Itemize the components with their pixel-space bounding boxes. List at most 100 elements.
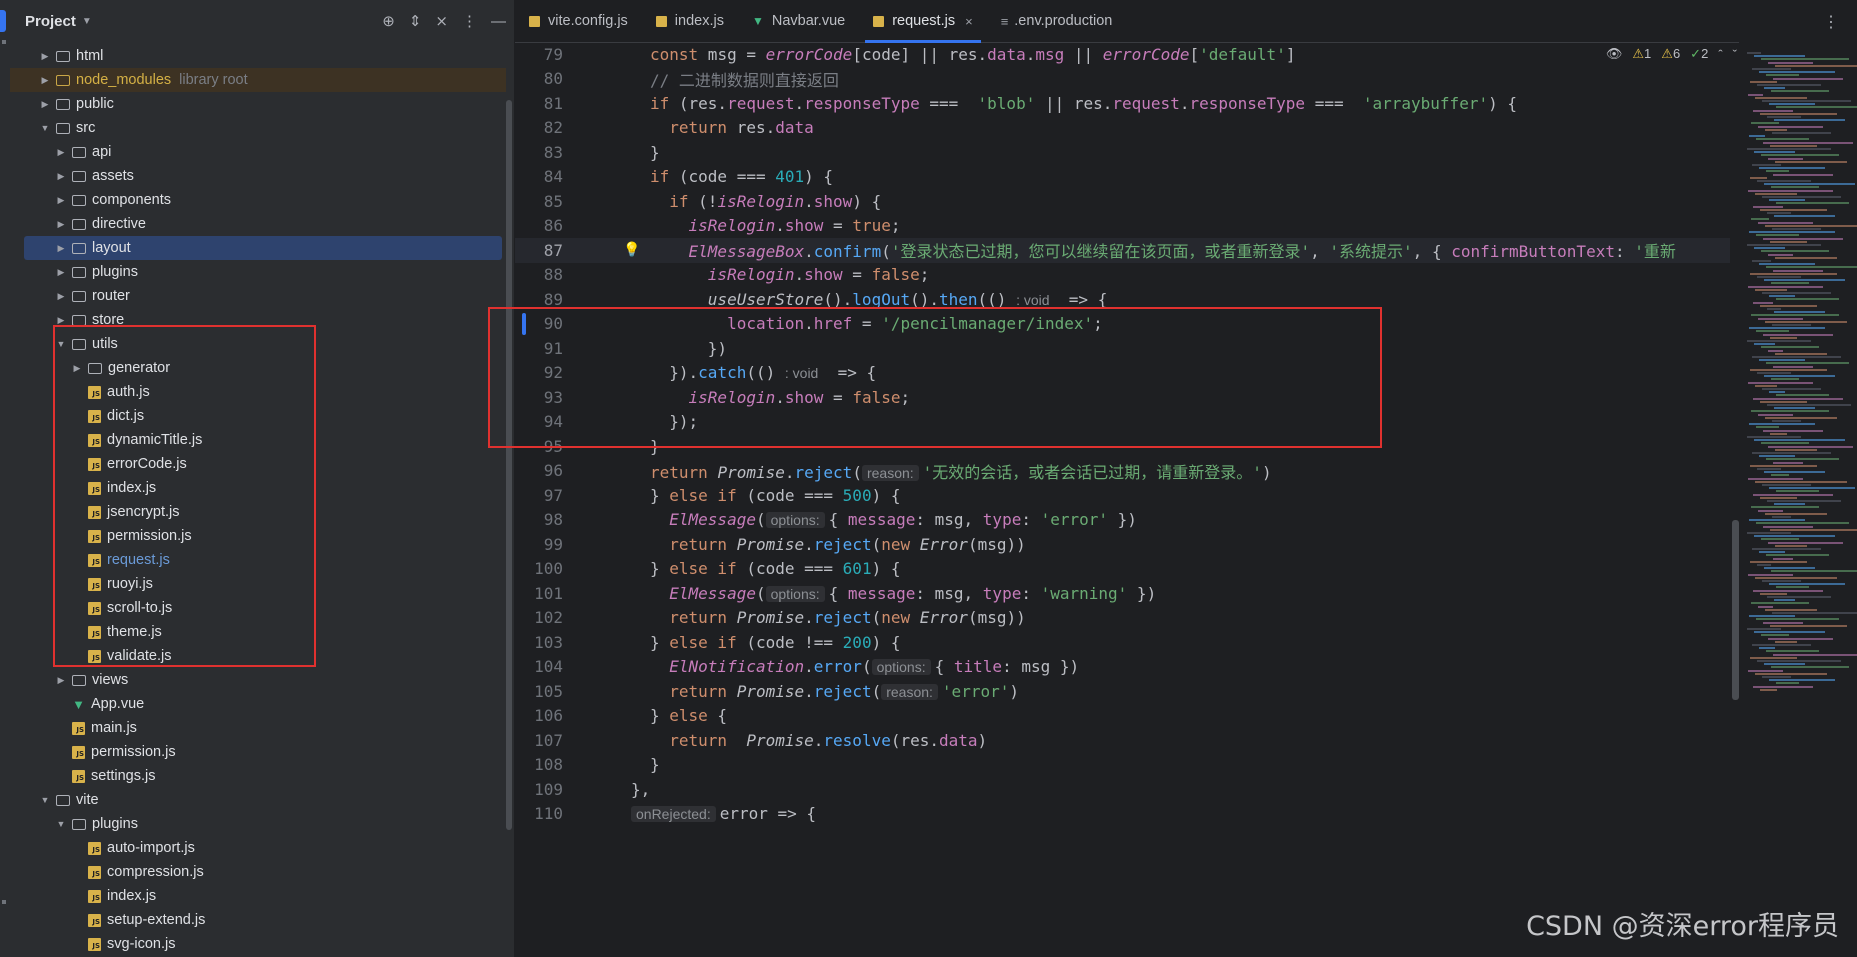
minimap[interactable] — [1739, 42, 1857, 957]
tree-item[interactable]: JS settings.js — [10, 764, 506, 788]
chevron-right-icon[interactable]: ▶ — [54, 171, 68, 182]
tree-item[interactable]: ▶ router — [10, 284, 506, 308]
locate-icon[interactable]: ⊕ — [382, 12, 395, 30]
chevron-right-icon[interactable]: ▶ — [38, 99, 52, 110]
expand-all-icon[interactable]: ⇕ — [409, 12, 422, 30]
code-line[interactable]: 85 if (!isRelogin.show) { — [515, 189, 1730, 214]
tree-item[interactable]: JS svg-icon.js — [10, 932, 506, 956]
code-line[interactable]: 97} else if (code === 500) { — [515, 483, 1730, 508]
tree-item[interactable]: ▶ plugins — [10, 260, 506, 284]
code-line[interactable]: 87 ElMessageBox.confirm('登录状态已过期，您可以继续留在… — [515, 238, 1730, 263]
lightbulb-icon[interactable]: 💡 — [623, 241, 640, 258]
chevron-up-icon[interactable]: ˆ — [1718, 47, 1722, 62]
tree-item[interactable]: JS errorCode.js — [10, 452, 506, 476]
tree-item[interactable]: JS auto-import.js — [10, 836, 506, 860]
tree-item[interactable]: JS theme.js — [10, 620, 506, 644]
code-line[interactable]: 91 }) — [515, 336, 1730, 361]
tree-item[interactable]: JS permission.js — [10, 740, 506, 764]
chevron-right-icon[interactable]: ▶ — [54, 195, 68, 206]
collapse-all-icon[interactable]: ⨯ — [435, 12, 448, 30]
chevron-right-icon[interactable]: ▶ — [54, 267, 68, 278]
code-line[interactable]: 109}, — [515, 777, 1730, 802]
chevron-down-icon[interactable]: ▼ — [54, 819, 68, 829]
close-icon[interactable]: × — [965, 14, 973, 29]
tree-item[interactable]: JS dynamicTitle.js — [10, 428, 506, 452]
chevron-right-icon[interactable]: ▶ — [54, 315, 68, 326]
code-line[interactable]: 84 if (code === 401) { — [515, 165, 1730, 190]
more-options-icon[interactable]: ⋮ — [462, 12, 477, 30]
tree-item[interactable]: ▼ App.vue — [10, 692, 506, 716]
tree-item[interactable]: JS scroll-to.js — [10, 596, 506, 620]
code-line[interactable]: 92 }).catch(() : void => { — [515, 361, 1730, 386]
project-tool-button[interactable] — [0, 10, 6, 32]
tab-env-production[interactable]: ≡ .env.production — [987, 0, 1127, 42]
tree-item[interactable]: JS index.js — [10, 884, 506, 908]
tree-item[interactable]: ▶ views — [10, 668, 506, 692]
code-line[interactable]: 104 ElNotification.error(options:{ title… — [515, 655, 1730, 680]
tree-item[interactable]: ▶ html — [10, 44, 506, 68]
project-scrollbar[interactable] — [506, 100, 512, 830]
tree-item[interactable]: ▶ public — [10, 92, 506, 116]
chevron-right-icon[interactable]: ▶ — [54, 243, 68, 254]
code-line[interactable]: 81 if (res.request.responseType === 'blob… — [515, 91, 1730, 116]
chevron-down-icon[interactable]: ▼ — [82, 16, 92, 27]
chevron-down-icon[interactable]: ▼ — [38, 795, 52, 805]
tree-item[interactable]: ▶ node_modules library root — [10, 68, 506, 92]
tree-item[interactable]: JS request.js — [10, 548, 506, 572]
chevron-right-icon[interactable]: ▶ — [38, 75, 52, 86]
tree-item[interactable]: JS setup-extend.js — [10, 908, 506, 932]
code-line[interactable]: 82 return res.data — [515, 116, 1730, 141]
tree-item[interactable]: ▶ directive — [10, 212, 506, 236]
chevron-down-icon[interactable]: ▼ — [38, 123, 52, 133]
eye-off-icon[interactable]: 👁 — [1606, 46, 1623, 62]
code-line[interactable]: 103} else if (code !== 200) { — [515, 630, 1730, 655]
chevron-right-icon[interactable]: ▶ — [38, 51, 52, 62]
tree-item[interactable]: JS compression.js — [10, 860, 506, 884]
code-line[interactable]: 98 ElMessage(options:{ message: msg, typ… — [515, 508, 1730, 533]
tree-item[interactable]: ▶ components — [10, 188, 506, 212]
inspection-widget[interactable]: 👁 ⚠1 ⚠6 ✓2 ˆ ˇ — [1606, 46, 1737, 62]
code-line[interactable]: 86 isRelogin.show = true; — [515, 214, 1730, 239]
code-line[interactable]: 106} else { — [515, 704, 1730, 729]
chevron-right-icon[interactable]: ▶ — [54, 219, 68, 230]
code-line[interactable]: 99 return Promise.reject(new Error(msg)) — [515, 532, 1730, 557]
project-title[interactable]: Project — [25, 13, 76, 30]
code-line[interactable]: 105 return Promise.reject(reason:'error'… — [515, 679, 1730, 704]
tree-item[interactable]: ▼ src — [10, 116, 506, 140]
tree-item[interactable]: ▶ generator — [10, 356, 506, 380]
more-tabs-icon[interactable]: ⋮ — [1823, 12, 1839, 32]
code-line[interactable]: 96 return Promise.reject(reason: '无效的会话，或者… — [515, 459, 1730, 484]
code-line[interactable]: 79 const msg = errorCode[code] || res.dat… — [515, 42, 1730, 67]
tree-item[interactable]: ▼ plugins — [10, 812, 506, 836]
tree-item[interactable]: ▶ store — [10, 308, 506, 332]
chevron-down-icon[interactable]: ▼ — [54, 339, 68, 349]
editor-scrollbar[interactable] — [1732, 520, 1739, 700]
chevron-down-icon[interactable]: ˇ — [1733, 47, 1737, 62]
tree-item[interactable]: JS permission.js — [10, 524, 506, 548]
tree-item[interactable]: ▼ vite — [10, 788, 506, 812]
chevron-right-icon[interactable]: ▶ — [70, 363, 84, 374]
code-line[interactable]: 110 onRejected: error => { — [515, 802, 1730, 827]
tree-item[interactable]: ▼ utils — [10, 332, 506, 356]
code-area[interactable]: 79 const msg = errorCode[code] || res.dat… — [515, 42, 1857, 957]
tree-item[interactable]: JS auth.js — [10, 380, 506, 404]
code-line[interactable]: 108} — [515, 753, 1730, 778]
code-line[interactable]: 80 // 二进制数据则直接返回 — [515, 67, 1730, 92]
tree-item[interactable]: ▶ layout — [24, 236, 502, 260]
tab-index-js[interactable]: index.js — [642, 0, 738, 42]
code-line[interactable]: 95} — [515, 434, 1730, 459]
change-marker[interactable] — [522, 312, 526, 335]
tab-request-js[interactable]: request.js × — [859, 0, 986, 43]
tree-item[interactable]: JS index.js — [10, 476, 506, 500]
code-line[interactable]: 102 return Promise.reject(new Error(msg)… — [515, 606, 1730, 631]
tree-item[interactable]: ▶ api — [10, 140, 506, 164]
code-line[interactable]: 100} else if (code === 601) { — [515, 557, 1730, 582]
code-line[interactable]: 94 }); — [515, 410, 1730, 435]
tree-item[interactable]: JS jsencrypt.js — [10, 500, 506, 524]
code-line[interactable]: 90 location.href = '/pencilmanager/index… — [515, 312, 1730, 337]
tree-item[interactable]: JS validate.js — [10, 644, 506, 668]
code-line[interactable]: 107 return Promise.resolve(res.data) — [515, 728, 1730, 753]
code-line[interactable]: 88 isRelogin.show = false; — [515, 263, 1730, 288]
code-line[interactable]: 101 ElMessage(options:{ message: msg, ty… — [515, 581, 1730, 606]
chevron-right-icon[interactable]: ▶ — [54, 147, 68, 158]
